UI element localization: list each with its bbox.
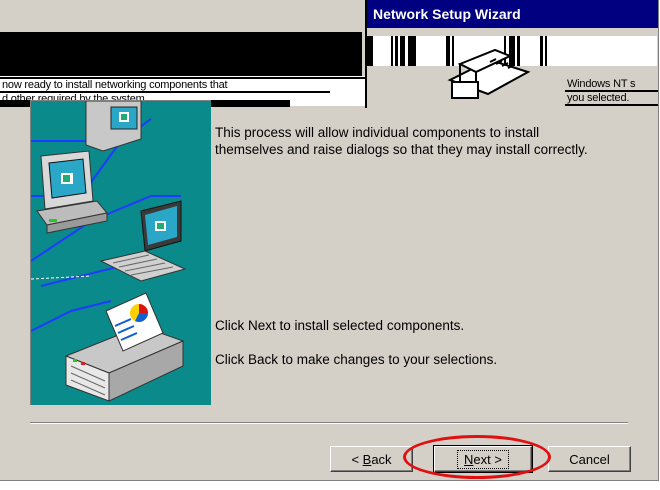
intro-line-1: This process will allow individual compo… (215, 125, 540, 140)
intro-line-2: themselves and raise dialogs so that the… (215, 142, 588, 157)
back-button-label: < Back (351, 451, 392, 467)
title-bar[interactable]: Network Setup Wizard (367, 0, 658, 28)
window-left-border-black (365, 0, 367, 108)
window-title: Network Setup Wizard (373, 6, 521, 22)
computer-icon-glitch (440, 42, 535, 102)
cancel-button[interactable]: Cancel (548, 446, 631, 472)
cancel-button-label: Cancel (569, 451, 610, 467)
back-button[interactable]: < Back (330, 446, 413, 472)
intro-paragraph: This process will allow individual compo… (215, 124, 645, 158)
next-button[interactable]: Next > (433, 445, 533, 473)
separator-highlight (30, 423, 628, 424)
corrupted-text-right: Windows NT s you selected. (565, 76, 658, 106)
wizard-illustration (30, 100, 211, 405)
next-instruction: Click Next to install selected component… (215, 318, 465, 333)
next-button-label: Next > (457, 449, 509, 469)
render-glitch-band (0, 32, 362, 76)
back-instruction: Click Back to make changes to your selec… (215, 352, 498, 367)
